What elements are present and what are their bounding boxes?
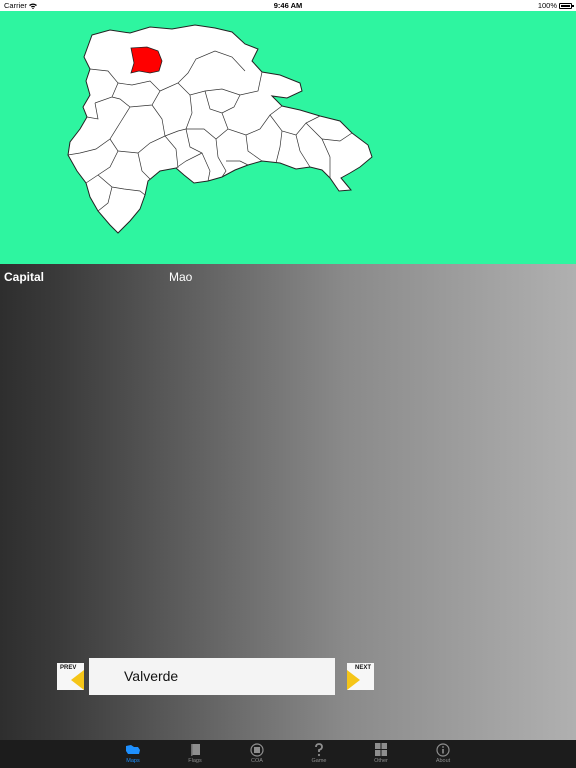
capital-value: Mao — [169, 270, 193, 284]
status-bar: Carrier 9:46 AM 100% — [0, 0, 576, 11]
map-panel — [0, 11, 576, 264]
tab-about-label: About — [435, 758, 451, 764]
province-valverde-highlight[interactable] — [130, 46, 163, 74]
map-icon — [126, 745, 140, 754]
clock: 9:46 AM — [273, 1, 303, 10]
question-icon — [315, 743, 323, 757]
right-arrow-icon — [347, 670, 360, 690]
province-name: Valverde — [124, 668, 179, 684]
tab-flags[interactable]: Flags — [170, 740, 220, 768]
battery-indicator: 100% — [537, 1, 574, 10]
tab-maps[interactable]: Maps — [108, 740, 158, 768]
grid-icon — [375, 743, 387, 756]
tab-other[interactable]: Other — [356, 740, 406, 768]
info-icon — [436, 743, 450, 757]
left-arrow-icon — [71, 670, 84, 690]
tab-game[interactable]: Game — [294, 740, 344, 768]
tab-coa-label: COA — [251, 758, 263, 764]
battery-icon — [559, 2, 574, 9]
dominican-republic-map[interactable] — [0, 11, 576, 264]
tab-flags-label: Flags — [188, 758, 202, 764]
tab-about[interactable]: About — [418, 740, 468, 768]
country-outline — [67, 24, 373, 234]
next-button[interactable]: NEXT — [347, 663, 374, 690]
tab-game-label: Game — [311, 758, 327, 764]
tab-maps-label: Maps — [126, 758, 140, 764]
capital-label: Capital — [4, 270, 45, 284]
flag-icon — [191, 744, 200, 756]
province-name-box: Valverde — [89, 658, 335, 695]
info-panel: Capital Mao PREV Valverde NEXT — [0, 264, 576, 740]
tab-bar: Maps Flags COA Game Other About — [0, 740, 576, 768]
battery-percent: 100% — [537, 1, 557, 10]
tab-coa[interactable]: COA — [232, 740, 282, 768]
prev-button[interactable]: PREV — [57, 663, 84, 690]
tab-other-label: Other — [374, 758, 388, 764]
coat-of-arms-icon — [250, 743, 264, 757]
